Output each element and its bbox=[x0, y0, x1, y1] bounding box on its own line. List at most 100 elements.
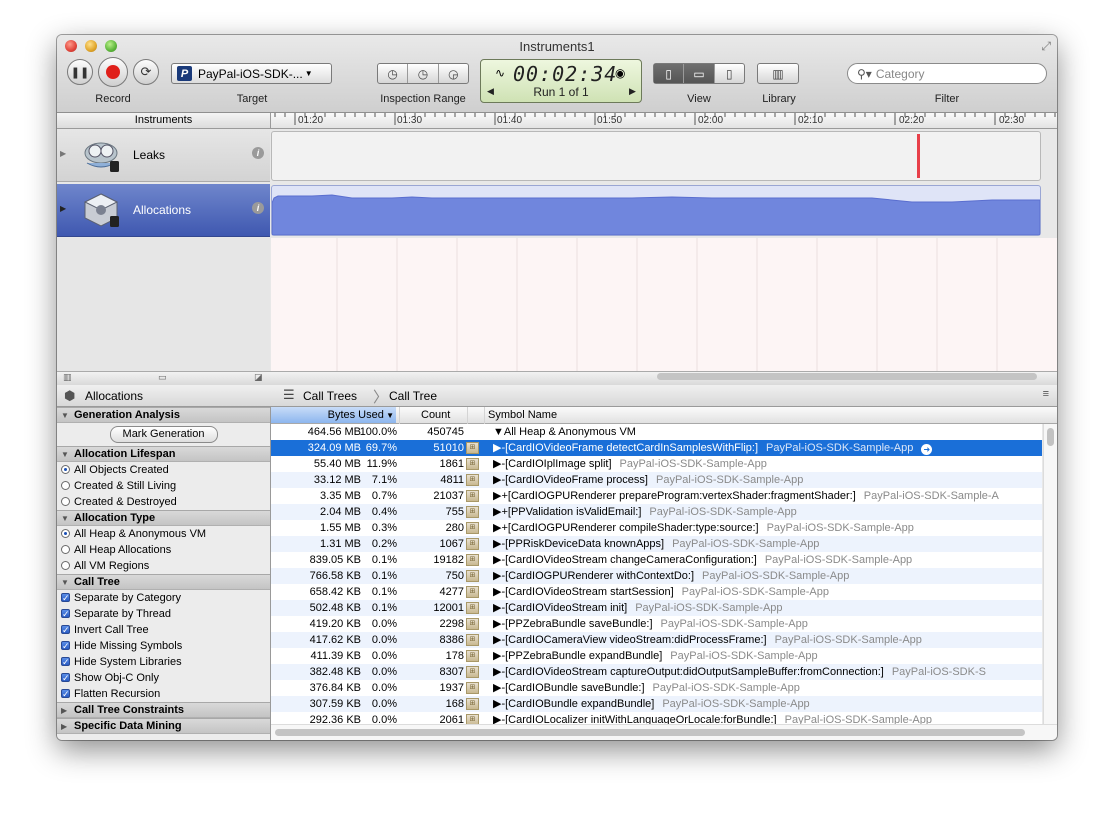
source-icon[interactable]: ⊞ bbox=[466, 522, 479, 534]
checkbox-hide-system-libraries[interactable]: Hide System Libraries bbox=[57, 654, 270, 670]
checkbox-show-objc-only[interactable]: Show Obj-C Only bbox=[57, 670, 270, 686]
option-label: Invert Call Tree bbox=[74, 624, 149, 636]
view-left-pane-button[interactable]: ▯ bbox=[654, 64, 685, 83]
radio-all-vm-regions[interactable]: All VM Regions bbox=[57, 558, 270, 574]
table-row[interactable]: 382.48 KB 0.0% 8307 ⊞ ▶-[CardIOVideoStream c… bbox=[271, 664, 1042, 680]
table-row[interactable]: 417.62 KB 0.0% 8386 ⊞ ▶-[CardIOCameraView vi… bbox=[271, 632, 1042, 648]
section-allocation-type[interactable]: Allocation Type bbox=[57, 510, 270, 526]
list-icon[interactable]: ☰ bbox=[283, 387, 295, 403]
table-row[interactable]: 658.42 KB 0.1% 4277 ⊞ ▶-[CardIOVideoStream s… bbox=[271, 584, 1042, 600]
info-icon[interactable]: i bbox=[252, 202, 264, 214]
table-row[interactable]: 55.40 MB 11.9% 1861 ⊞ ▶-[CardIOIplImage spli… bbox=[271, 456, 1042, 472]
library-button[interactable]: ▥ bbox=[757, 63, 799, 84]
source-icon[interactable]: ⊞ bbox=[466, 458, 479, 470]
table-row[interactable]: 376.84 KB 0.0% 1937 ⊞ ▶-[CardIOBundle saveBu… bbox=[271, 680, 1042, 696]
scroll-thumb[interactable] bbox=[275, 729, 1025, 736]
table-horizontal-scrollbar[interactable] bbox=[271, 724, 1057, 740]
expand-icon[interactable]: ▭ bbox=[158, 372, 167, 383]
source-icon[interactable]: ⊞ bbox=[466, 586, 479, 598]
source-icon[interactable]: ⊞ bbox=[466, 570, 479, 582]
mark-generation-button[interactable]: Mark Generation bbox=[109, 426, 218, 443]
checkbox-invert-call-tree[interactable]: Invert Call Tree bbox=[57, 622, 270, 638]
range-end-button[interactable]: ◶ bbox=[439, 64, 468, 83]
table-vertical-scrollbar[interactable] bbox=[1043, 424, 1057, 724]
record-button[interactable] bbox=[98, 57, 128, 87]
checkbox-separate-by-thread[interactable]: Separate by Thread bbox=[57, 606, 270, 622]
breadcrumb-call-tree[interactable]: Call Tree bbox=[389, 389, 437, 403]
instrument-row-leaks[interactable]: ▶ Leaks i bbox=[57, 129, 270, 182]
view-bottom-pane-button[interactable]: ▭ bbox=[684, 64, 715, 83]
disclosure-triangle-icon[interactable]: ▶ bbox=[60, 149, 66, 158]
percentage-cell: 7.1% bbox=[371, 474, 397, 486]
table-row[interactable]: 33.12 MB 7.1% 4811 ⊞ ▶-[CardIOVideoFrame pro… bbox=[271, 472, 1042, 488]
table-row[interactable]: 464.56 MB 100.0% 450745 ▼All Heap & Anonymo… bbox=[271, 424, 1042, 440]
source-icon[interactable]: ⊞ bbox=[466, 474, 479, 486]
allocations-track[interactable] bbox=[271, 185, 1041, 236]
column-bytes-used[interactable]: Bytes Used ▼ bbox=[271, 407, 396, 423]
filter-search-field[interactable]: ⚲▾ Category bbox=[847, 63, 1047, 84]
table-row[interactable]: 1.31 MB 0.2% 1067 ⊞ ▶-[PPRiskDeviceData know… bbox=[271, 536, 1042, 552]
table-row[interactable]: 766.58 KB 0.1% 750 ⊞ ▶-[CardIOGPURenderer wi… bbox=[271, 568, 1042, 584]
scroll-thumb[interactable] bbox=[1047, 428, 1054, 446]
breadcrumb-call-trees[interactable]: Call Trees bbox=[303, 389, 357, 403]
graph-icon[interactable]: ▥ bbox=[63, 372, 72, 383]
radio-created-destroyed[interactable]: Created & Destroyed bbox=[57, 494, 270, 510]
source-icon[interactable]: ⊞ bbox=[466, 650, 479, 662]
bytes-used-cell: 3.35 MB bbox=[320, 490, 361, 502]
table-row[interactable]: 3.35 MB 0.7% 21037 ⊞ ▶+[CardIOGPURenderer pr… bbox=[271, 488, 1042, 504]
go-to-source-icon[interactable]: ➜ bbox=[921, 444, 933, 455]
fullscreen-icon[interactable]: ⤢ bbox=[1041, 39, 1051, 54]
radio-all-objects-created[interactable]: All Objects Created bbox=[57, 462, 270, 478]
table-row[interactable]: 411.39 KB 0.0% 178 ⊞ ▶-[PPZebraBundle expand… bbox=[271, 648, 1042, 664]
pause-button[interactable]: ❚❚ bbox=[67, 59, 93, 85]
next-run-arrow-icon[interactable]: ▶ bbox=[629, 86, 636, 97]
column-symbol-name[interactable]: Symbol Name bbox=[488, 409, 557, 421]
source-icon[interactable]: ⊞ bbox=[466, 554, 479, 566]
column-count[interactable]: Count bbox=[421, 409, 450, 421]
section-allocation-lifespan[interactable]: Allocation Lifespan bbox=[57, 446, 270, 462]
source-icon[interactable]: ⊞ bbox=[466, 538, 479, 550]
radio-created-still-living[interactable]: Created & Still Living bbox=[57, 478, 270, 494]
source-icon[interactable]: ⊞ bbox=[466, 634, 479, 646]
radio-all-heap-allocations[interactable]: All Heap Allocations bbox=[57, 542, 270, 558]
table-row[interactable]: 324.09 MB 69.7% 51010 ⊞ ▶-[CardIOVideoFrame … bbox=[271, 440, 1042, 456]
leaks-track[interactable] bbox=[271, 131, 1041, 181]
source-icon[interactable]: ⊞ bbox=[466, 666, 479, 678]
instrument-row-allocations[interactable]: ▶ Allocations i bbox=[57, 184, 270, 237]
radio-all-heap-anonymous-vm[interactable]: All Heap & Anonymous VM bbox=[57, 526, 270, 542]
range-start-button[interactable]: ◷ bbox=[378, 64, 409, 83]
checkbox-flatten-recursion[interactable]: Flatten Recursion bbox=[57, 686, 270, 702]
source-icon[interactable]: ⊞ bbox=[466, 506, 479, 518]
source-icon[interactable]: ⊞ bbox=[466, 602, 479, 614]
range-clear-button[interactable]: ◷ bbox=[408, 64, 439, 83]
collapse-icon[interactable]: ◪ bbox=[254, 372, 263, 383]
info-icon[interactable]: i bbox=[252, 147, 264, 159]
table-row[interactable]: 419.20 KB 0.0% 2298 ⊞ ▶-[PPZebraBundle saveB… bbox=[271, 616, 1042, 632]
menu-icon[interactable]: ≡ bbox=[1043, 388, 1049, 400]
disclosure-triangle-icon[interactable]: ▶ bbox=[60, 204, 66, 213]
chevron-down-icon: ▼ bbox=[304, 69, 313, 78]
table-row[interactable]: 502.48 KB 0.1% 12001 ⊞ ▶-[CardIOVideoStream … bbox=[271, 600, 1042, 616]
table-row[interactable]: 1.55 MB 0.3% 280 ⊞ ▶+[CardIOGPURenderer comp… bbox=[271, 520, 1042, 536]
source-icon[interactable]: ⊞ bbox=[466, 490, 479, 502]
checkbox-separate-by-category[interactable]: Separate by Category bbox=[57, 590, 270, 606]
symbol-name: ▶-[CardIOBundle saveBundle:] bbox=[493, 682, 645, 694]
table-row[interactable]: 307.59 KB 0.0% 168 ⊞ ▶-[CardIOBundle expandB… bbox=[271, 696, 1042, 712]
source-icon[interactable]: ⊞ bbox=[466, 618, 479, 630]
section-specific-data-mining[interactable]: Specific Data Mining bbox=[57, 718, 270, 734]
section-call-tree[interactable]: Call Tree bbox=[57, 574, 270, 590]
timeline-horizontal-scrollbar[interactable] bbox=[657, 373, 1037, 380]
table-row[interactable]: 839.05 KB 0.1% 19182 ⊞ ▶-[CardIOVideoStream … bbox=[271, 552, 1042, 568]
loop-button[interactable]: ⟳ bbox=[133, 59, 159, 85]
source-icon[interactable]: ⊞ bbox=[466, 682, 479, 694]
checkbox-hide-missing-symbols[interactable]: Hide Missing Symbols bbox=[57, 638, 270, 654]
inspection-range-control: ◷ ◷ ◶ bbox=[377, 63, 469, 84]
section-generation-analysis[interactable]: Generation Analysis bbox=[57, 407, 270, 423]
source-icon[interactable]: ⊞ bbox=[466, 442, 479, 454]
view-right-pane-button[interactable]: ▯ bbox=[715, 64, 744, 83]
time-ruler[interactable]: 01:20 01:30 01:40 01:50 02:00 02:10 02:2… bbox=[271, 113, 1057, 129]
table-row[interactable]: 2.04 MB 0.4% 755 ⊞ ▶+[PPValidation isValidEm… bbox=[271, 504, 1042, 520]
target-popup[interactable]: P PayPal-iOS-SDK-... ▼ bbox=[171, 63, 332, 84]
source-icon[interactable]: ⊞ bbox=[466, 698, 479, 710]
section-call-tree-constraints[interactable]: Call Tree Constraints bbox=[57, 702, 270, 718]
